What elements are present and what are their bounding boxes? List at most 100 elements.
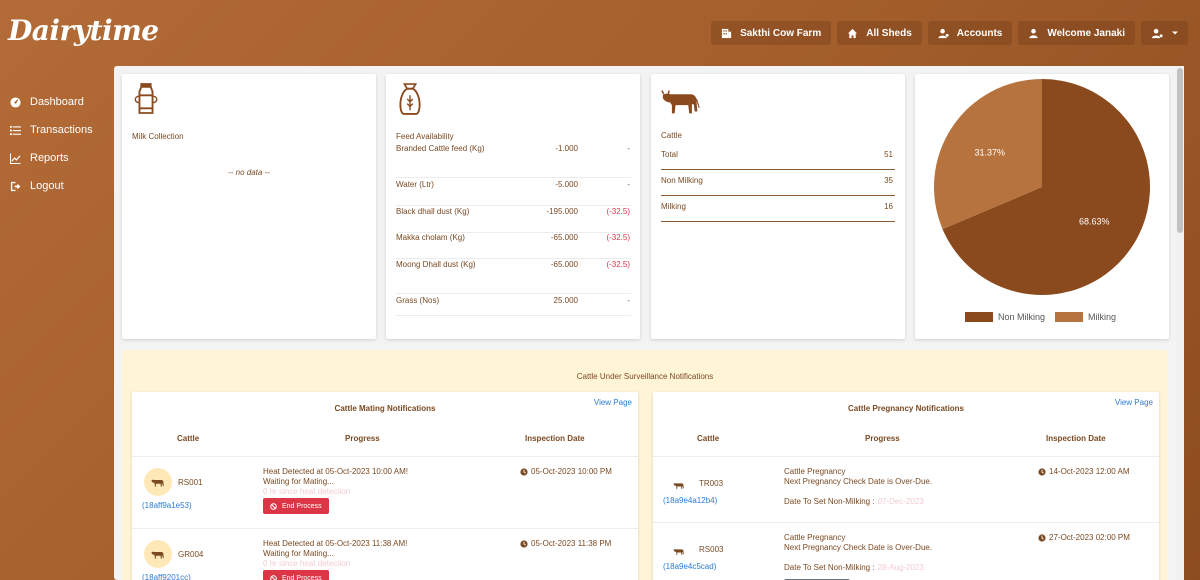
user-menu-button[interactable] <box>1141 21 1188 45</box>
inspection-date: 05-Oct-2023 11:38 PM <box>520 539 611 548</box>
cattle-title: Cattle <box>661 131 682 140</box>
mating-view-page-link[interactable]: View Page <box>594 398 632 407</box>
scrollbar-thumb[interactable] <box>1177 68 1183 233</box>
inspection-date-text: 05-Oct-2023 11:38 PM <box>531 539 612 548</box>
column-header-cattle: Cattle <box>697 434 720 443</box>
surveillance-title: Cattle Under Surveillance Notifications <box>576 372 714 381</box>
inspection-date: 27-Oct-2023 02:00 PM <box>1038 533 1130 542</box>
feed-value: 25.000 <box>553 296 578 305</box>
sidebar-label: Logout <box>30 180 64 192</box>
feed-difference: (-32.5) <box>606 260 630 269</box>
farm-selector-button[interactable]: Sakthi Cow Farm <box>711 21 832 45</box>
feed-row: Black dhall dust (Kg) -195.000 (-32.5) <box>396 207 631 233</box>
mating-notification-row: RS001 (18aff9a1e53) Heat Detected at 05-Oc… <box>132 457 638 529</box>
legend-swatch <box>965 312 993 322</box>
legend-label: Non Milking <box>998 312 1045 322</box>
non-milking-date: Date To Set Non-Milking :28-Aug-2023 <box>784 563 924 573</box>
end-process-button[interactable]: End Process <box>263 570 329 580</box>
legend-label: Milking <box>1088 312 1116 322</box>
non-milking-date-value: 07-Dec-2023 <box>877 497 924 506</box>
pregnancy-notifications-title: Cattle Pregnancy Notifications <box>847 404 965 413</box>
non-milking-label: Date To Set Non-Milking : <box>784 497 875 506</box>
non-milking-date: Date To Set Non-Milking :07-Dec-2023 <box>784 497 924 507</box>
accounts-button[interactable]: Accounts <box>927 21 1013 45</box>
sidebar-item-dashboard[interactable]: Dashboard <box>10 88 110 116</box>
top-navigation: Sakthi Cow Farm All Sheds Accounts Welco… <box>711 21 1188 45</box>
cattle-count-row: Total 51 <box>661 144 895 170</box>
progress-overdue-text: Next Pregnancy Check Date is Over-Due. <box>784 543 933 552</box>
elapsed-time-text: 0 hr since heat detection <box>263 487 351 496</box>
surveillance-section: Cattle Under Surveillance Notifications … <box>122 350 1168 580</box>
cattle-code-link[interactable]: (18aff9201cc) <box>142 573 191 580</box>
feed-value: -1.000 <box>555 144 578 153</box>
feed-name: Grass (Nos) <box>396 296 440 305</box>
non-milking-label: Date To Set Non-Milking : <box>784 563 875 572</box>
cattle-code-link[interactable]: (18aff9a1e53) <box>142 501 192 510</box>
milk-collection-title: Milk Collection <box>132 132 184 141</box>
cattle-count-label: Milking <box>661 202 686 211</box>
farm-label: Sakthi Cow Farm <box>740 27 822 39</box>
sidebar-label: Transactions <box>30 124 93 136</box>
cattle-count-row: Milking 16 <box>661 196 895 222</box>
feed-row: Makka cholam (Kg) -65.000 (-32.5) <box>396 233 631 259</box>
cattle-code-link[interactable]: (18a9e4a12b4) <box>663 496 717 505</box>
progress-overdue-text: Next Pregnancy Check Date is Over-Due. <box>784 477 933 486</box>
feed-difference: (-32.5) <box>606 233 630 242</box>
cattle-count-value: 51 <box>884 150 893 159</box>
sidebar-item-transactions[interactable]: Transactions <box>10 116 110 144</box>
cattle-count-label: Total <box>661 150 678 159</box>
welcome-user[interactable]: Welcome Janaki <box>1018 21 1135 45</box>
clock-icon <box>520 467 528 476</box>
legend-item-non-milking[interactable]: Non Milking <box>965 312 1045 322</box>
cattle-count-value: 35 <box>884 176 893 185</box>
cattle-id: RS001 <box>178 478 203 487</box>
milking-pie-chart: 68.63% 31.37% Non Milking Milking <box>934 79 1150 322</box>
feed-difference: - <box>627 180 630 189</box>
feed-row: Water (Ltr) -5.000 - <box>396 180 631 206</box>
dashboard-icon <box>10 96 21 108</box>
brand-logo[interactable]: Dairytime <box>8 14 159 47</box>
progress-title-text: Cattle Pregnancy <box>784 533 846 542</box>
column-header-inspection-date: Inspection Date <box>1046 434 1106 443</box>
building-icon <box>721 28 732 38</box>
list-icon <box>10 125 21 135</box>
feed-name: Makka cholam (Kg) <box>396 233 465 242</box>
user-settings-icon <box>1152 28 1163 38</box>
inspection-date: 14-Oct-2023 12:00 AM <box>1038 467 1130 476</box>
feed-name: Moong Dhall dust (Kg) <box>396 260 476 269</box>
sidebar-item-logout[interactable]: Logout <box>10 172 110 200</box>
mating-notifications-title: Cattle Mating Notifications <box>334 404 436 413</box>
pregnancy-view-page-link[interactable]: View Page <box>1115 398 1153 407</box>
cow-icon <box>661 90 700 114</box>
feed-row: Grass (Nos) 25.000 - <box>396 296 631 316</box>
progress-heat-text: Heat Detected at 05-Oct-2023 10:00 AM! <box>263 467 408 476</box>
cow-icon <box>673 543 685 561</box>
cattle-code-link[interactable]: (18a9e4c5cad) <box>663 562 716 571</box>
page-scrollbar[interactable] <box>1176 66 1184 580</box>
end-process-label: End Process <box>282 574 322 580</box>
end-process-button[interactable]: End Process <box>263 498 329 514</box>
sheds-label: All Sheds <box>866 27 912 39</box>
progress-title-text: Cattle Pregnancy <box>784 467 846 476</box>
elapsed-time-text: 0 hr since heat detection <box>263 559 351 568</box>
cattle-card: Cattle Total 51 Non Milking 35 Milking 16 <box>651 74 905 339</box>
cattle-count-value: 16 <box>884 202 893 211</box>
column-header-progress: Progress <box>345 434 380 443</box>
sidebar-label: Dashboard <box>30 96 84 108</box>
sheds-button[interactable]: All Sheds <box>837 21 922 45</box>
accounts-label: Accounts <box>956 27 1003 39</box>
clock-icon <box>520 539 528 548</box>
sidebar-item-reports[interactable]: Reports <box>10 144 110 172</box>
feed-sack-icon <box>399 83 421 115</box>
cow-icon <box>144 468 172 496</box>
cattle-id: RS003 <box>699 545 724 554</box>
mating-notification-row: GR004 (18aff9201cc) Heat Detected at 05-Oc… <box>132 529 638 580</box>
legend-item-milking[interactable]: Milking <box>1055 312 1116 322</box>
pie-value-label: 31.37% <box>975 147 1006 157</box>
home-icon <box>848 28 858 38</box>
feed-value: -195.000 <box>546 207 578 216</box>
inspection-date-text: 14-Oct-2023 12:00 AM <box>1049 467 1130 476</box>
feed-difference: (-32.5) <box>606 207 630 216</box>
cow-icon <box>673 477 685 495</box>
feed-difference: - <box>627 296 630 305</box>
